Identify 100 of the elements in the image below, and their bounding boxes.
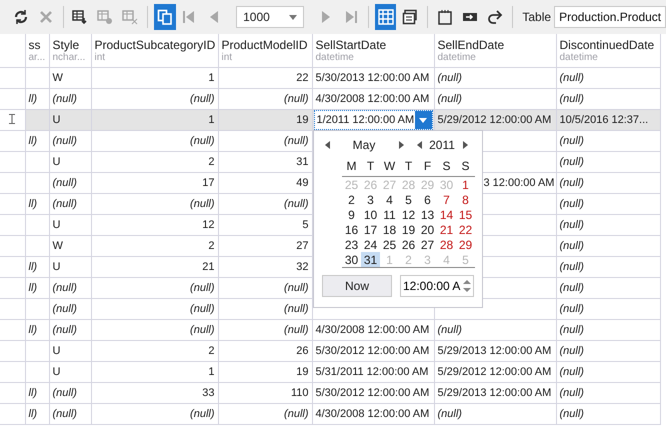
table-field[interactable]: Production.Product — [554, 6, 666, 28]
table-row[interactable]: U 1 19 1/2011 12:00:00 AM 5/29/2012 12:00:00 AM 10/5/2016 12:37... — [0, 110, 660, 130]
null-cell: (null) — [284, 198, 308, 210]
page-size-dropdown[interactable]: 1000 — [236, 6, 304, 28]
table-row[interactable]: W 1 22 5/30/2013 12:00:00 AM (null) (null) — [0, 68, 660, 88]
month-label: May — [352, 138, 376, 152]
calendar-day[interactable]: 15 — [456, 207, 475, 222]
grid-icon — [378, 9, 394, 25]
next-year-button[interactable] — [460, 139, 470, 151]
calendar-day[interactable]: 13 — [418, 207, 437, 222]
calendar-day[interactable]: 16 — [342, 222, 361, 237]
calendar-day[interactable]: 28 — [437, 237, 456, 252]
null-cell: (null) — [190, 282, 214, 294]
caret-icon — [289, 14, 298, 20]
calendar-day[interactable]: 17 — [361, 222, 380, 237]
table-cell: 12 — [202, 219, 214, 231]
table-cell: 4/30/2008 12:00:00 AM — [316, 324, 430, 336]
time-field[interactable]: 12:00:00 A — [400, 275, 474, 297]
calendar-day[interactable]: 5 — [399, 192, 418, 207]
calendar-day[interactable]: 21 — [437, 222, 456, 237]
spinner-icon — [463, 279, 471, 293]
calendar-day[interactable]: 24 — [361, 237, 380, 252]
table-cell: 22 — [296, 72, 308, 84]
table-cell: 2 — [208, 345, 214, 357]
null-cell: (null) — [52, 387, 77, 399]
dropdown-button[interactable] — [414, 111, 432, 129]
null-cell: (null) — [52, 177, 77, 189]
copy-icon — [156, 9, 173, 25]
null-cell: (null) — [560, 135, 584, 147]
null-cell: ll) — [28, 198, 38, 210]
calendar-day[interactable]: 18 — [380, 222, 399, 237]
calendar-day[interactable]: 6 — [418, 192, 437, 207]
calendar-day[interactable]: 2 — [342, 192, 361, 207]
calendar-day[interactable]: 8 — [456, 192, 475, 207]
table-cell: 110 — [290, 387, 308, 399]
calendar-day[interactable]: 14 — [437, 207, 456, 222]
table-cell: 27 — [296, 240, 308, 252]
calendar-day[interactable]: 12 — [399, 207, 418, 222]
table-row[interactable]: ll) (null) (null) (null) 4/30/2008 12:00:00 AM (null) (null) — [0, 88, 660, 110]
next-month-button[interactable] — [396, 139, 406, 151]
table-label: Table — [522, 10, 552, 24]
table-cell: 4/30/2008 12:00:00 AM — [316, 408, 430, 420]
table-cell: W — [52, 72, 63, 84]
calendar-day[interactable]: 20 — [418, 222, 437, 237]
calendar-day[interactable]: 3 — [361, 192, 380, 207]
null-cell: (null) — [284, 93, 308, 105]
null-cell: (null) — [560, 240, 584, 252]
calendar-day[interactable]: 19 — [399, 222, 418, 237]
table-row[interactable]: U 2 26 5/30/2012 12:00:00 AM 5/29/2013 12:00:00 AM (null) — [0, 340, 660, 362]
calendar-day[interactable]: 31 — [361, 252, 380, 267]
table-cell: 1 — [208, 114, 214, 126]
right-arrow-icon — [462, 141, 468, 149]
null-cell: (null) — [52, 324, 77, 336]
table-cell: 17 — [202, 177, 214, 189]
grid-remove-icon — [122, 9, 138, 25]
left-arrow-icon — [416, 141, 422, 149]
null-cell: (null) — [284, 303, 308, 315]
calendar-day[interactable]: 7 — [437, 192, 456, 207]
table-cell: 1 — [208, 366, 214, 378]
table-cell: 5/29/2013 12:00:00 AM — [438, 387, 552, 399]
null-cell: ll) — [28, 387, 38, 399]
weekday-label: T — [399, 159, 418, 177]
table-row[interactable]: U 1 19 5/31/2011 12:00:00 AM 5/29/2012 12:00:00 AM (null) — [0, 362, 660, 382]
calendar-day[interactable]: 1 — [456, 177, 475, 192]
weekday-label: W — [380, 159, 399, 177]
close-icon — [38, 9, 54, 25]
calendar-day[interactable]: 30 — [342, 252, 361, 267]
null-cell: (null) — [560, 408, 584, 420]
table-row[interactable]: ll) (null) (null) (null) 4/30/2008 12:00:00 AM (null) (null) — [0, 320, 660, 340]
null-cell: ll) — [28, 324, 38, 336]
calendar-day[interactable]: 11 — [380, 207, 399, 222]
null-cell: (null) — [560, 198, 584, 210]
calendar-day[interactable]: 9 — [342, 207, 361, 222]
calendar-day[interactable]: 25 — [380, 237, 399, 252]
null-cell: (null) — [438, 324, 462, 336]
null-cell: (null) — [560, 366, 584, 378]
calendar-day[interactable]: 23 — [342, 237, 361, 252]
null-cell: (null) — [190, 198, 214, 210]
grid-check-icon — [97, 9, 114, 25]
table-cell: U — [52, 114, 60, 126]
calendar-day[interactable]: 27 — [418, 237, 437, 252]
null-cell: (null) — [560, 345, 584, 357]
calendar-day[interactable]: 10 — [361, 207, 380, 222]
null-cell: (null) — [560, 93, 584, 105]
date-editor[interactable]: 1/2011 12:00:00 AM — [314, 110, 432, 130]
weekday-label: M — [342, 159, 361, 177]
null-cell: (null) — [190, 324, 214, 336]
calendar-day[interactable]: 4 — [380, 192, 399, 207]
now-button[interactable]: Now — [322, 275, 392, 297]
calendar-day[interactable]: 22 — [456, 222, 475, 237]
null-cell: (null) — [438, 93, 462, 105]
calendar-day[interactable]: 29 — [456, 237, 475, 252]
calendar-day[interactable]: 26 — [399, 237, 418, 252]
table-row[interactable]: ll) (null) 33 110 5/30/2012 12:00:00 AM 5/29/2013 12:00:00 AM (null) — [0, 382, 660, 404]
null-cell: (null) — [560, 156, 584, 168]
null-cell: (null) — [438, 408, 462, 420]
null-cell: (null) — [284, 408, 308, 420]
null-cell: ll) — [28, 282, 38, 294]
null-cell: (null) — [284, 324, 308, 336]
table-row[interactable]: ll) (null) (null) (null) 4/30/2008 12:00:00 AM (null) (null) — [0, 404, 660, 424]
